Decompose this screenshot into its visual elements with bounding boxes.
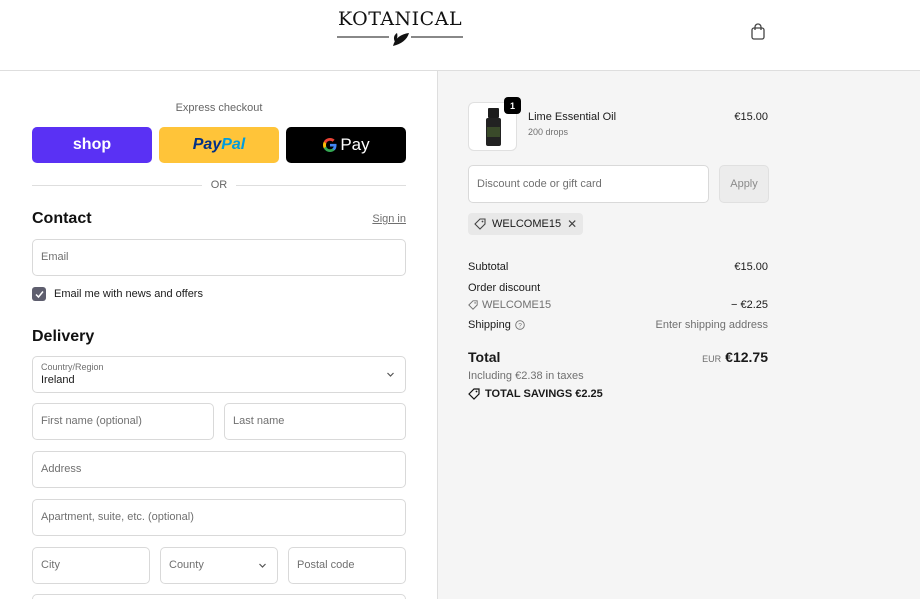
order-discount-code: WELCOME15 — [482, 299, 552, 311]
paypal-label-pal: Pal — [221, 136, 246, 153]
order-discount-detail-row: WELCOME15 − €2.25 — [468, 299, 768, 313]
order-discount-value: − €2.25 — [730, 299, 768, 311]
subtotal-label: Subtotal — [468, 261, 509, 273]
email-placeholder: Email — [41, 251, 69, 263]
delivery-heading: Delivery — [32, 328, 95, 345]
shipping-value: Enter shipping address — [655, 319, 768, 331]
product-price: €15.00 — [734, 111, 768, 123]
tag-icon — [468, 300, 478, 310]
leaf-logo-icon — [337, 33, 463, 46]
google-g-icon — [323, 138, 337, 152]
applied-discount-chip: WELCOME15 ✕ — [468, 213, 584, 235]
total-value-wrap: EUR €12.75 — [668, 349, 768, 367]
email-field[interactable]: Email — [32, 239, 406, 276]
total-savings: TOTAL SAVINGS €2.25 — [468, 388, 603, 400]
chevron-down-icon — [387, 372, 394, 377]
total-savings-label: TOTAL SAVINGS €2.25 — [485, 388, 603, 400]
country-value: Ireland — [41, 374, 75, 386]
sign-in-link[interactable]: Sign in — [340, 213, 406, 225]
tag-icon — [468, 388, 480, 400]
shipping-row: Shipping ? Enter shipping address — [468, 319, 768, 331]
postal-code-field[interactable]: Postal code — [288, 547, 406, 584]
county-placeholder: County — [169, 559, 204, 571]
last-name-placeholder: Last name — [233, 415, 285, 427]
apply-discount-button[interactable]: Apply — [719, 165, 769, 203]
paypal-button[interactable]: Pay Pal — [159, 127, 279, 163]
or-divider: OR — [32, 177, 406, 193]
country-label: Country/Region — [41, 362, 104, 372]
header: KOTANICAL — [0, 0, 920, 71]
shipping-label: Shipping — [468, 319, 511, 331]
news-offers-label: Email me with news and offers — [54, 288, 203, 300]
express-checkout-title: Express checkout — [175, 102, 263, 114]
help-circle-icon[interactable]: ? — [515, 320, 525, 330]
or-label: OR — [210, 179, 228, 191]
shop-pay-button[interactable]: shop — [32, 127, 152, 163]
total-currency: EUR — [702, 354, 722, 364]
subtotal-row: Subtotal €15.00 — [468, 261, 768, 273]
address-field[interactable]: Address — [32, 451, 406, 488]
google-pay-label: Pay — [340, 135, 370, 154]
order-discount-row: Order discount — [468, 282, 768, 294]
check-icon — [34, 290, 44, 298]
phone-field-partial[interactable] — [32, 594, 406, 599]
first-name-placeholder: First name (optional) — [41, 415, 142, 427]
total-amount: €12.75 — [725, 349, 768, 365]
order-discount-code-wrap: WELCOME15 — [468, 299, 551, 311]
address-placeholder: Address — [41, 463, 82, 475]
shopping-bag-icon[interactable] — [749, 23, 767, 41]
paypal-label-pay: Pay — [192, 136, 222, 153]
quantity-badge: 1 — [504, 97, 521, 114]
shipping-label-wrap: Shipping ? — [468, 319, 525, 331]
contact-heading: Contact — [32, 210, 92, 227]
discount-code-input[interactable]: Discount code or gift card — [468, 165, 709, 203]
store-logo[interactable]: KOTANICAL — [336, 8, 464, 48]
news-offers-checkbox[interactable] — [32, 287, 46, 301]
county-select[interactable]: County — [160, 547, 278, 584]
tag-icon — [474, 218, 486, 230]
last-name-field[interactable]: Last name — [224, 403, 406, 440]
subtotal-value: €15.00 — [734, 261, 768, 273]
applied-discount-code: WELCOME15 — [492, 218, 562, 230]
total-label: Total — [468, 349, 501, 365]
product-name: Lime Essential Oil — [528, 111, 617, 123]
apartment-field[interactable]: Apartment, suite, etc. (optional) — [32, 499, 406, 536]
shop-pay-label: shop — [72, 136, 112, 153]
apartment-placeholder: Apartment, suite, etc. (optional) — [41, 511, 194, 523]
product-variant: 200 drops — [528, 127, 569, 137]
first-name-field[interactable]: First name (optional) — [32, 403, 214, 440]
remove-discount-icon[interactable]: ✕ — [567, 217, 577, 231]
google-pay-button[interactable]: Pay — [286, 127, 406, 163]
logo-text: KOTANICAL — [337, 8, 463, 30]
city-placeholder: City — [41, 559, 60, 571]
news-offers-checkbox-row[interactable]: Email me with news and offers — [32, 287, 203, 301]
city-field[interactable]: City — [32, 547, 150, 584]
svg-text:?: ? — [518, 322, 522, 329]
order-discount-label: Order discount — [468, 282, 541, 294]
order-summary: 1 Lime Essential Oil 200 drops €15.00 Di… — [437, 71, 920, 599]
chevron-down-icon — [259, 563, 266, 568]
tax-line: Including €2.38 in taxes — [468, 370, 584, 382]
checkout-form: Express checkout shop Pay Pal Pay OR Cont… — [0, 71, 437, 599]
postal-code-placeholder: Postal code — [297, 559, 355, 571]
discount-placeholder: Discount code or gift card — [477, 178, 602, 190]
country-select[interactable]: Country/Region Ireland — [32, 356, 406, 393]
